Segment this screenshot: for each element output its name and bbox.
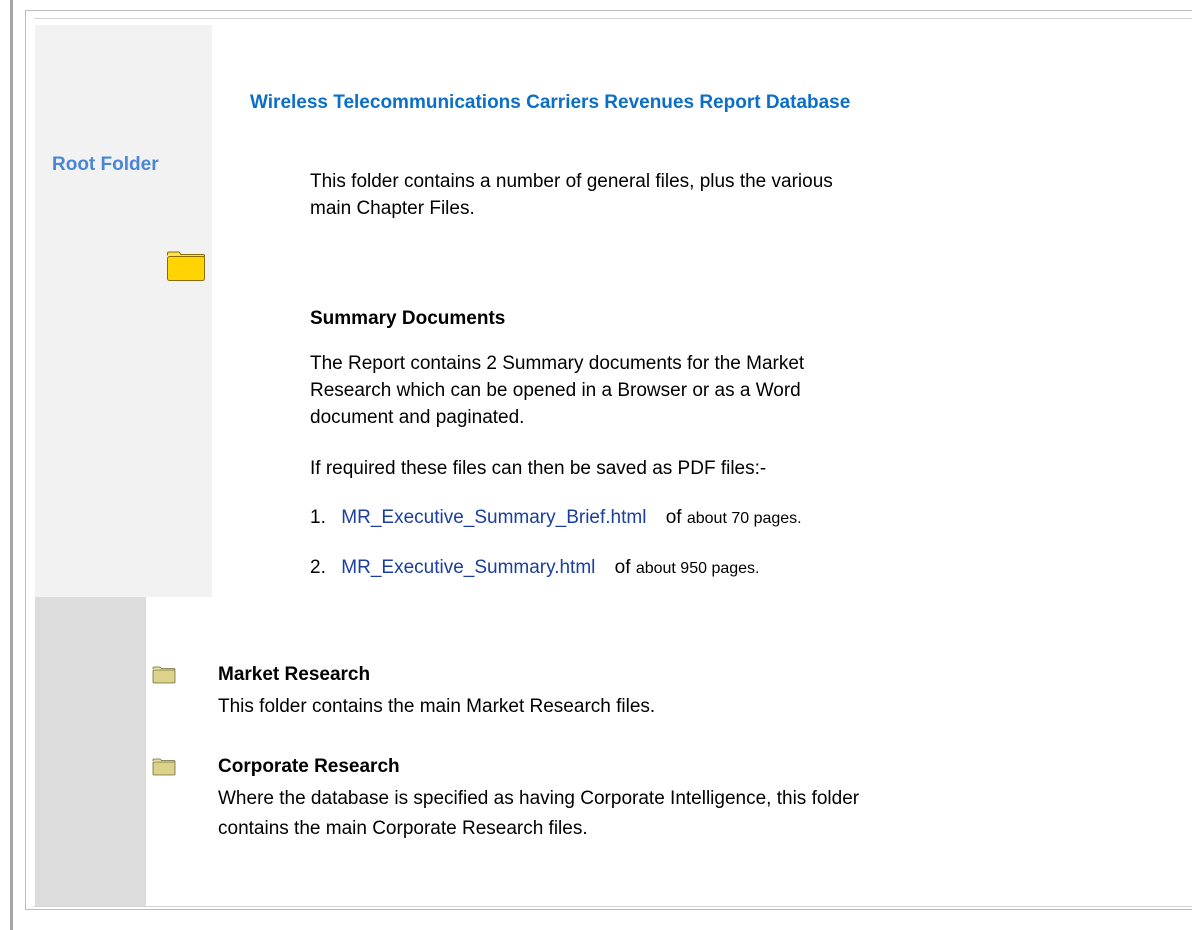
folder-icon[interactable] bbox=[152, 758, 176, 776]
summary-line: document and paginated. bbox=[310, 407, 525, 428]
bottom-divider bbox=[34, 906, 1192, 907]
list-item: 2. MR_Executive_Summary.html of about 95… bbox=[310, 557, 759, 579]
of-label: of bbox=[614, 557, 631, 578]
pdf-note: If required these files can then be save… bbox=[310, 458, 767, 479]
sidebar-bottom-panel bbox=[35, 597, 146, 906]
page-title: Wireless Telecommunications Carriers Rev… bbox=[250, 92, 851, 113]
intro-line: main Chapter Files. bbox=[310, 198, 475, 219]
folder-icon[interactable] bbox=[166, 250, 206, 282]
page-count: about 70 pages. bbox=[686, 510, 802, 527]
folder-description: This folder contains the main Market Res… bbox=[218, 692, 1118, 722]
summary-line: The Report contains 2 Summary documents … bbox=[310, 353, 805, 374]
folder-desc-line: This folder contains the main Market Res… bbox=[218, 696, 656, 717]
list-number: 1. bbox=[310, 507, 326, 528]
list-number: 2. bbox=[310, 557, 326, 578]
folder-desc-line: Where the database is specified as havin… bbox=[218, 788, 860, 809]
top-divider bbox=[34, 18, 1192, 19]
summary-description: The Report contains 2 Summary documents … bbox=[310, 350, 870, 431]
summary-heading: Summary Documents bbox=[310, 308, 506, 329]
folder-title: Corporate Research bbox=[218, 756, 400, 777]
list-item: 1. MR_Executive_Summary_Brief.html of ab… bbox=[310, 507, 802, 529]
folder-icon[interactable] bbox=[152, 666, 176, 684]
folder-title: Market Research bbox=[218, 664, 371, 685]
root-folder-label: Root Folder bbox=[52, 154, 159, 175]
page-count: about 950 pages. bbox=[635, 560, 760, 577]
summary-line: Research which can be opened in a Browse… bbox=[310, 380, 801, 401]
of-label: of bbox=[665, 507, 682, 528]
intro-line: This folder contains a number of general… bbox=[310, 171, 833, 192]
folder-desc-line: contains the main Corporate Research fil… bbox=[218, 818, 588, 839]
executive-summary-brief-link[interactable]: MR_Executive_Summary_Brief.html bbox=[341, 507, 646, 528]
folder-description: Where the database is specified as havin… bbox=[218, 784, 1118, 844]
frame-left-border bbox=[10, 0, 13, 930]
executive-summary-link[interactable]: MR_Executive_Summary.html bbox=[341, 557, 595, 578]
intro-text: This folder contains a number of general… bbox=[310, 168, 870, 222]
sidebar-top-panel bbox=[35, 25, 212, 597]
